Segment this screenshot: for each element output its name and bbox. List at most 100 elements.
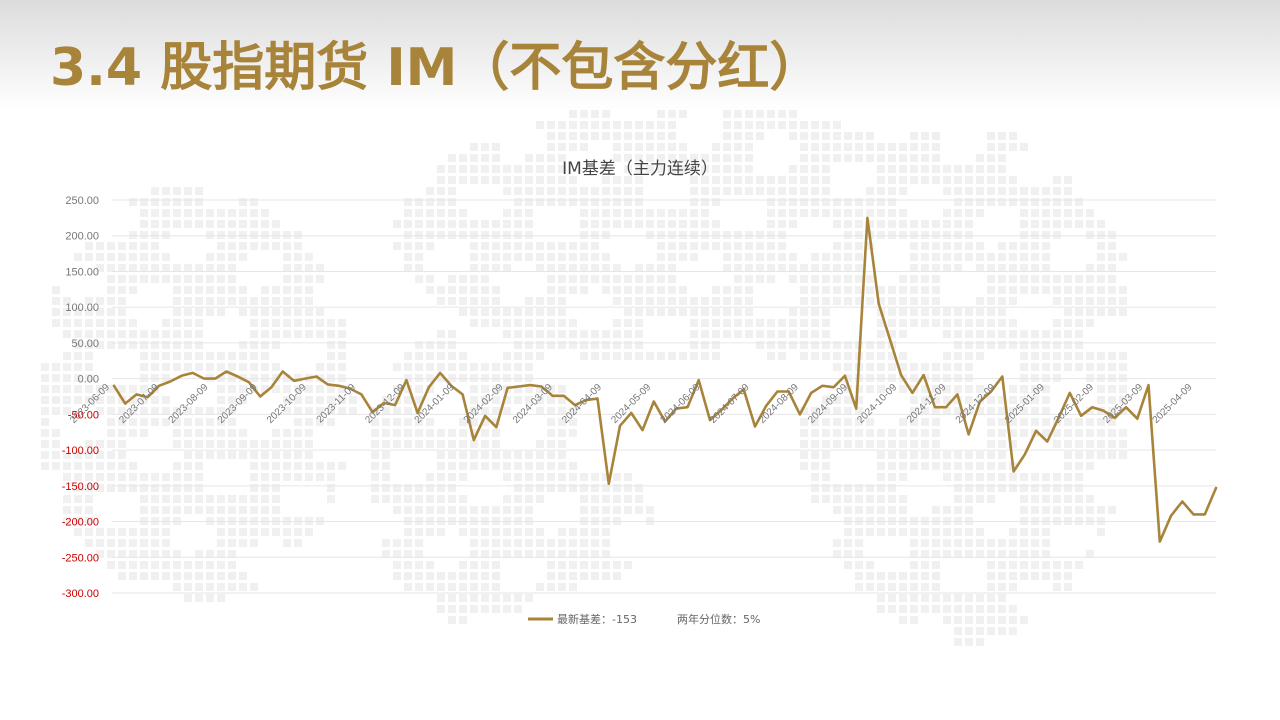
data-point xyxy=(360,393,363,396)
data-point xyxy=(1215,487,1217,489)
data-point xyxy=(315,375,318,378)
data-point xyxy=(1203,513,1206,516)
data-point xyxy=(911,392,914,394)
data-point xyxy=(225,370,228,373)
x-tick-label: 2023-12-09 xyxy=(363,382,407,426)
data-point xyxy=(619,424,621,427)
data-point xyxy=(259,395,261,398)
data-point xyxy=(326,383,329,386)
x-tick-label: 2024-09-09 xyxy=(806,382,850,426)
y-tick-label: -250.00 xyxy=(62,552,99,564)
data-point xyxy=(281,370,284,373)
data-point xyxy=(945,406,947,409)
grid-lines xyxy=(112,199,1216,594)
data-point xyxy=(551,394,554,397)
data-point xyxy=(900,374,902,376)
legend-entry-latest-basis: 最新基差：-153 xyxy=(557,612,637,626)
data-point xyxy=(934,406,936,409)
data-point xyxy=(113,384,115,387)
series-line xyxy=(112,216,1218,543)
x-tick-label: 2024-01-09 xyxy=(413,382,457,426)
data-point xyxy=(562,394,565,397)
data-point xyxy=(135,393,138,396)
y-tick-label: -100.00 xyxy=(62,445,99,457)
y-tick-label: 100.00 xyxy=(65,302,99,314)
data-point xyxy=(191,372,194,374)
data-point xyxy=(641,429,644,431)
data-point xyxy=(821,384,824,387)
data-point xyxy=(1136,417,1139,420)
data-point xyxy=(1024,453,1026,456)
x-axis-ticks: 2023-06-09 2023-07-09 2023-08-09 2023-09-09… xyxy=(68,382,1195,426)
data-point xyxy=(473,439,475,441)
data-point xyxy=(214,377,217,380)
x-tick-label: 2024-06-09 xyxy=(659,382,703,426)
data-point xyxy=(607,482,610,485)
y-tick-label: -200.00 xyxy=(62,517,99,529)
line-chart: IM基差（主力连续） 250.00 200.00 150.00 100.00 50.00… xyxy=(62,159,1218,626)
data-point xyxy=(956,393,959,396)
data-point xyxy=(810,392,812,394)
x-tick-label: 2024-03-09 xyxy=(511,382,555,426)
data-point xyxy=(495,426,498,429)
data-point xyxy=(518,385,520,388)
data-point xyxy=(169,380,172,383)
data-point xyxy=(1181,500,1184,503)
x-tick-label: 2025-03-09 xyxy=(1101,382,1145,426)
data-point xyxy=(484,414,486,417)
data-point xyxy=(405,379,408,381)
data-point xyxy=(1046,440,1049,443)
data-point xyxy=(203,377,205,380)
y-tick-label: 250.00 xyxy=(65,195,99,207)
data-point xyxy=(754,425,756,428)
data-point xyxy=(270,386,273,389)
data-point xyxy=(967,433,970,436)
data-point xyxy=(439,372,441,374)
data-point xyxy=(1192,513,1195,516)
data-point xyxy=(293,379,295,382)
y-tick-label: 150.00 xyxy=(65,266,99,278)
data-point xyxy=(124,402,127,405)
x-tick-label: 2023-11-09 xyxy=(315,382,359,426)
data-point xyxy=(248,381,250,384)
data-point xyxy=(394,404,396,406)
legend-entry-percentile: 两年分位数：5% xyxy=(677,612,760,626)
data-point xyxy=(866,217,869,219)
y-tick-label: 0.00 xyxy=(78,374,99,386)
data-point xyxy=(1080,414,1082,417)
data-point xyxy=(428,386,430,389)
data-point xyxy=(844,374,846,377)
data-point xyxy=(877,302,880,305)
data-point xyxy=(180,374,183,377)
slide: 3.4 股指期货 IM（不包含分红） IM基差（主力连续） 250.00 200.… xyxy=(0,0,1280,720)
data-point xyxy=(697,379,700,381)
data-point xyxy=(776,390,779,393)
y-tick-label: -150.00 xyxy=(62,481,99,493)
data-point xyxy=(855,407,857,410)
data-point xyxy=(529,384,531,386)
x-tick-label: 2023-08-09 xyxy=(167,382,211,426)
x-tick-label: 2024-10-09 xyxy=(855,382,899,426)
chart-title: IM基差（主力连续） xyxy=(562,159,718,179)
x-tick-label: 2025-01-09 xyxy=(1003,382,1047,426)
data-point xyxy=(304,377,306,380)
x-tick-label: 2023-09-09 xyxy=(216,382,260,426)
y-tick-label: -300.00 xyxy=(62,588,99,600)
data-point xyxy=(506,387,509,389)
data-point xyxy=(1102,409,1105,412)
data-point xyxy=(765,404,768,407)
y-tick-label: 200.00 xyxy=(65,231,99,243)
data-point xyxy=(158,384,160,387)
data-point xyxy=(832,386,835,389)
data-point xyxy=(1147,384,1150,386)
x-tick-label: 2025-04-09 xyxy=(1151,382,1195,426)
data-point xyxy=(1001,375,1004,378)
legend: 最新基差：-153 两年分位数：5% xyxy=(528,612,760,626)
x-tick-label: 2025-02-09 xyxy=(1052,382,1096,426)
data-point xyxy=(1035,429,1037,432)
y-tick-label: 50.00 xyxy=(71,338,99,350)
series-group xyxy=(112,216,1218,543)
data-point xyxy=(1158,540,1161,543)
data-point xyxy=(686,406,689,409)
data-point xyxy=(1091,406,1094,409)
